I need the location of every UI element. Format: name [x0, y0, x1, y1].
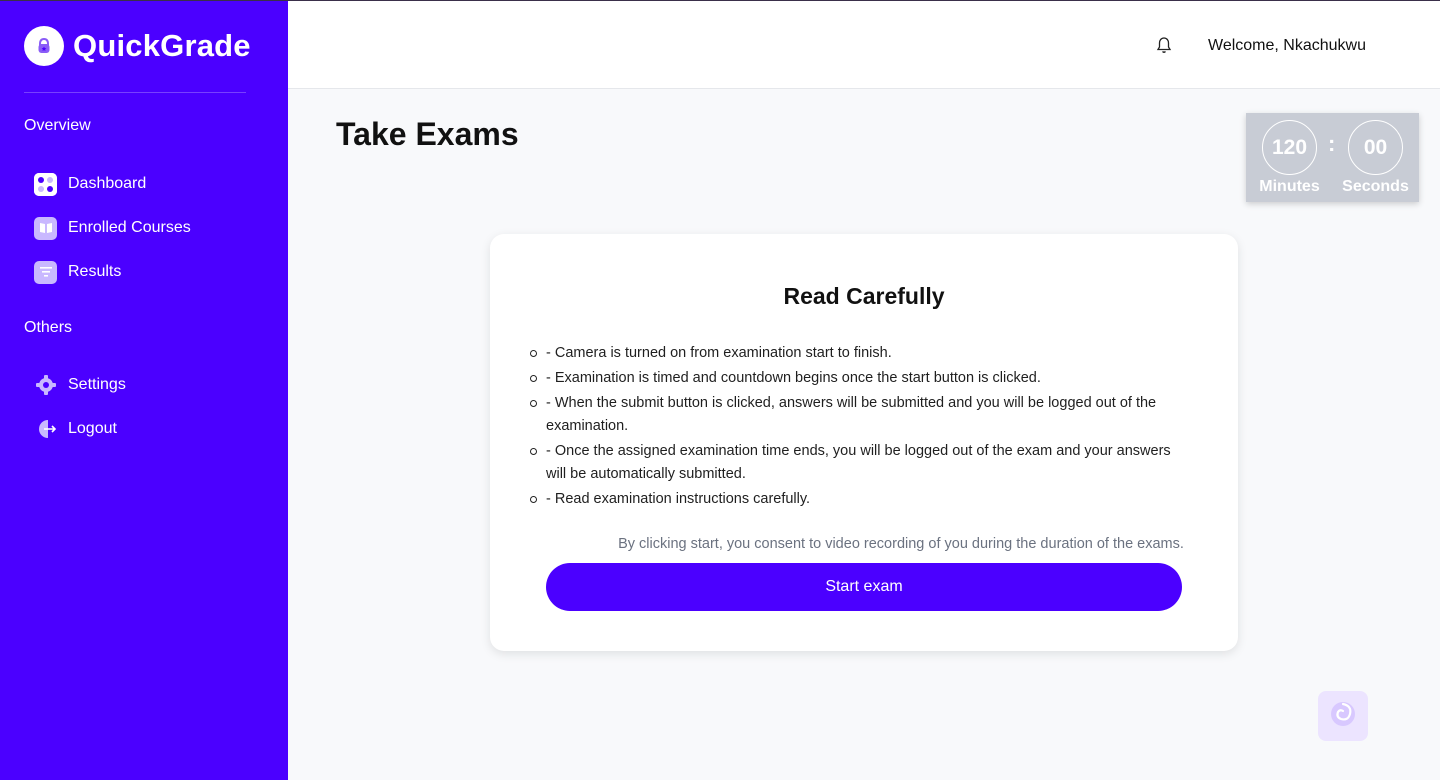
list-item: - When the submit button is clicked, ans…: [530, 392, 1186, 438]
sidebar-item-label: Enrolled Courses: [68, 219, 191, 236]
start-exam-button[interactable]: Start exam: [546, 563, 1182, 611]
sidebar-item-logout[interactable]: Logout: [34, 416, 117, 442]
sidebar-item-label: Logout: [68, 420, 117, 437]
top-header: Welcome, Nkachukwu: [288, 1, 1440, 89]
sidebar-item-dashboard[interactable]: Dashboard: [34, 171, 146, 197]
spiral-icon: [1328, 699, 1358, 734]
brand[interactable]: QuickGrade: [24, 26, 251, 66]
sidebar-item-label: Results: [68, 263, 122, 280]
list-item: - Examination is timed and countdown beg…: [530, 367, 1186, 390]
instructions-card: Read Carefully - Camera is turned on fro…: [490, 234, 1238, 651]
timer-seconds-label: Seconds: [1342, 178, 1409, 195]
consent-text: By clicking start, you consent to video …: [490, 536, 1238, 552]
logout-icon: [34, 418, 57, 441]
book-icon: [34, 216, 57, 240]
bell-icon[interactable]: [1156, 36, 1172, 59]
results-list-icon: [34, 260, 57, 284]
page-title: Take Exams: [336, 116, 519, 152]
sidebar-item-label: Dashboard: [68, 175, 147, 192]
timer-minutes-label: Minutes: [1259, 178, 1320, 195]
sidebar-item-results[interactable]: Results: [34, 259, 121, 285]
sidebar-item-enrolled-courses[interactable]: Enrolled Courses: [34, 215, 191, 241]
card-title: Read Carefully: [783, 283, 945, 309]
list-item: - Read examination instructions carefull…: [530, 488, 1186, 511]
rules-list: - Camera is turned on from examination s…: [530, 342, 1186, 513]
timer-minutes: 120: [1262, 120, 1317, 175]
timer-separator: :: [1328, 131, 1336, 156]
sidebar-divider: [24, 92, 246, 93]
exam-timer: 120 : 00 Minutes Seconds: [1246, 113, 1419, 202]
section-label-others: Others: [24, 319, 73, 336]
sidebar-item-settings[interactable]: Settings: [34, 372, 126, 398]
window-top-border: [0, 0, 1440, 1]
consent-label: By clicking start, you consent to video …: [618, 536, 1184, 552]
welcome-text[interactable]: Welcome, Nkachukwu: [1208, 37, 1366, 55]
dashboard-icon: [34, 172, 57, 196]
sidebar: QuickGrade Overview Dashboard Enrolled C…: [0, 0, 288, 780]
list-item: - Once the assigned examination time end…: [530, 440, 1186, 486]
app-name: QuickGrade: [73, 28, 251, 63]
sidebar-item-label: Settings: [68, 376, 126, 393]
section-label-overview: Overview: [24, 117, 91, 134]
list-item: - Camera is turned on from examination s…: [530, 342, 1186, 365]
floating-assistant-button[interactable]: [1318, 691, 1368, 741]
gear-icon: [34, 374, 57, 397]
timer-seconds: 00: [1348, 120, 1403, 175]
quickgrade-logo-icon: [24, 26, 64, 66]
